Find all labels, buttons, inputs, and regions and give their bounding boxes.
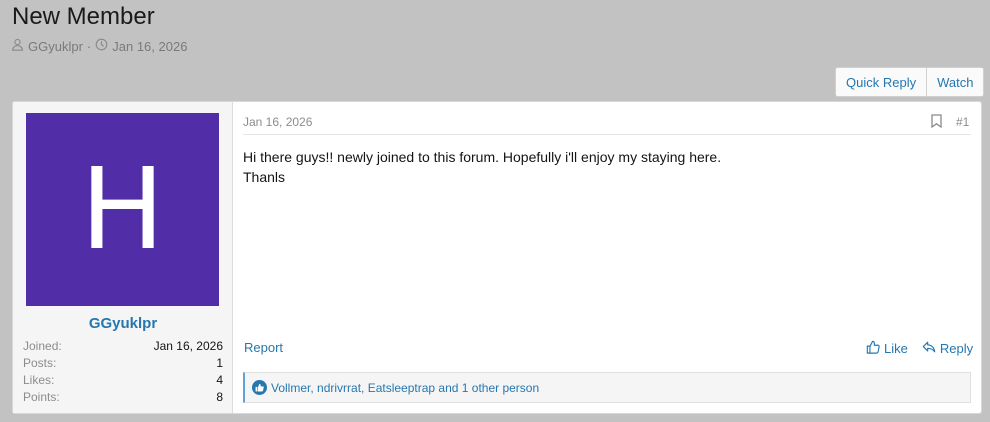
clock-icon <box>95 38 108 54</box>
report-link[interactable]: Report <box>244 340 283 355</box>
watch-button[interactable]: Watch <box>926 68 984 96</box>
thread-meta: GGyuklpr · Jan 16, 2026 <box>11 38 187 54</box>
thread-title: New Member <box>12 3 155 30</box>
meta-separator: · <box>86 38 92 54</box>
quick-reply-button[interactable]: Quick Reply <box>836 68 927 96</box>
post-main: Jan 16, 2026 #1 Hi there guys!! newly jo… <box>234 102 981 413</box>
thread-author[interactable]: GGyuklpr <box>28 39 83 54</box>
stat-row-points: Points: 8 <box>23 389 223 406</box>
user-block: H GGyuklpr Joined: Jan 16, 2026 Posts: 1… <box>13 102 233 413</box>
thumbs-up-icon <box>866 340 880 357</box>
reactions-text[interactable]: Vollmer, ndrivrrat, Eatsleeptrap and 1 o… <box>271 381 539 395</box>
reply-label: Reply <box>939 341 974 356</box>
stat-value: 1 <box>216 356 223 370</box>
reply-button[interactable]: Reply <box>922 340 973 357</box>
message-line: Hi there guys!! newly joined to this for… <box>243 149 722 165</box>
stat-row-joined: Joined: Jan 16, 2026 <box>23 338 223 355</box>
user-stats: Joined: Jan 16, 2026 Posts: 1 Likes: 4 P… <box>23 338 223 406</box>
post-date[interactable]: Jan 16, 2026 <box>243 115 312 129</box>
like-button[interactable]: Like <box>866 340 908 357</box>
stat-row-posts: Posts: 1 <box>23 355 223 372</box>
stat-value: 8 <box>216 390 223 404</box>
post-card: H GGyuklpr Joined: Jan 16, 2026 Posts: 1… <box>12 101 982 414</box>
stat-row-likes: Likes: 4 <box>23 372 223 389</box>
post-header: Jan 16, 2026 #1 <box>243 114 971 135</box>
user-icon <box>11 38 24 54</box>
post-message: Hi there guys!! newly joined to this for… <box>243 147 963 187</box>
post-actions: Like Reply <box>866 340 973 357</box>
avatar-letter: H <box>80 144 165 275</box>
like-label: Like <box>884 341 908 356</box>
reactions-bar[interactable]: Vollmer, ndrivrrat, Eatsleeptrap and 1 o… <box>243 372 971 403</box>
stat-label: Posts: <box>23 356 57 370</box>
like-reaction-icon <box>252 380 267 395</box>
thread-actions: Quick Reply Watch <box>835 67 985 97</box>
thread-date[interactable]: Jan 16, 2026 <box>112 39 187 54</box>
reply-icon <box>922 340 936 357</box>
message-line: Thanls <box>243 169 286 185</box>
stat-value: 4 <box>216 373 223 387</box>
stat-label: Joined: <box>23 339 62 353</box>
post-number[interactable]: #1 <box>956 115 969 129</box>
stat-label: Points: <box>23 390 60 404</box>
username-link[interactable]: GGyuklpr <box>13 315 233 332</box>
stat-value: Jan 16, 2026 <box>153 339 223 353</box>
stat-label: Likes: <box>23 373 55 387</box>
avatar[interactable]: H <box>26 113 219 306</box>
bookmark-icon[interactable] <box>930 114 943 133</box>
